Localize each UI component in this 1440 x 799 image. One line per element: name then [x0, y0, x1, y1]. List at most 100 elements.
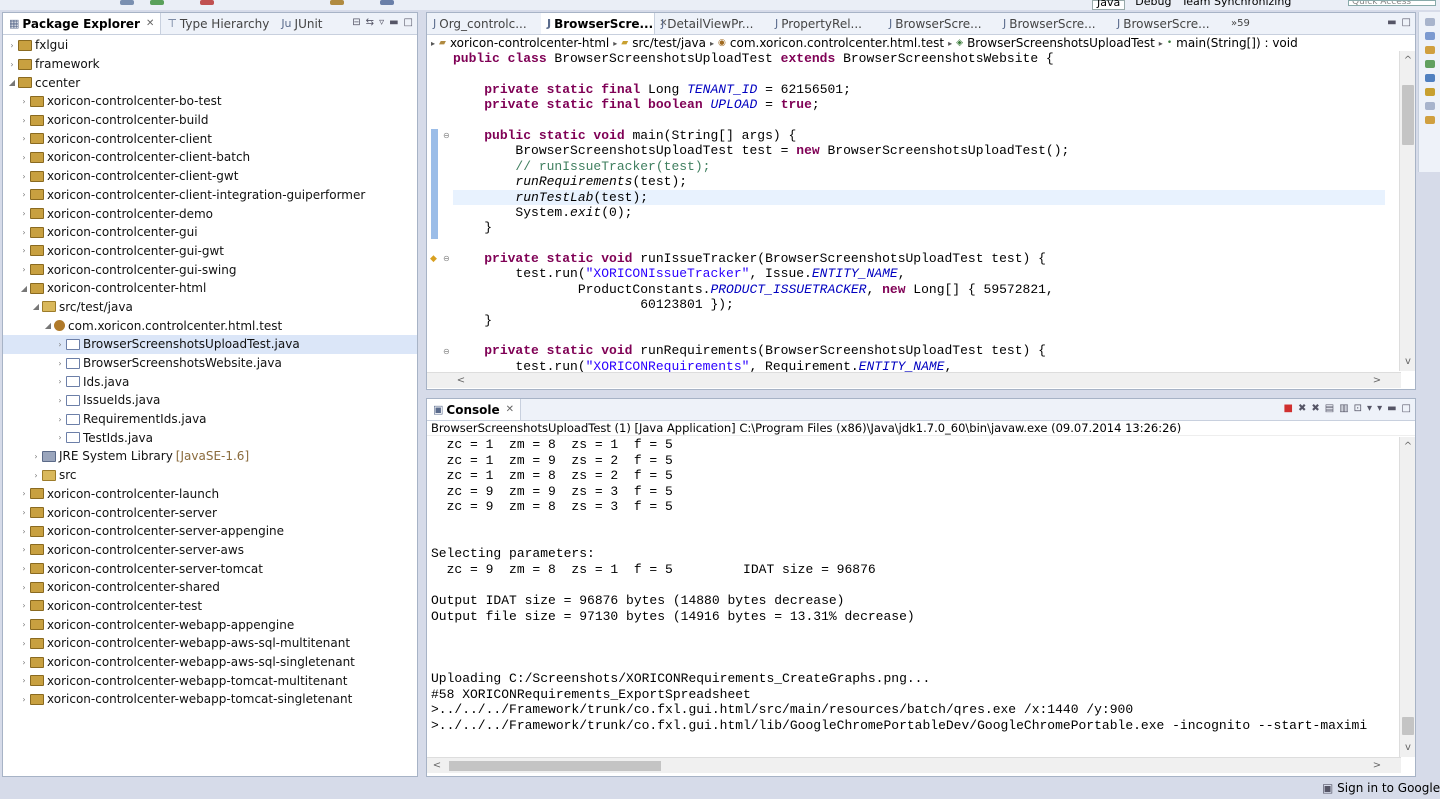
bookmarks-icon[interactable] — [1424, 88, 1435, 96]
tree-item[interactable]: › src — [3, 466, 417, 485]
tab-junit[interactable]: Ju JUnit — [275, 13, 328, 34]
breadcrumb-item[interactable]: src/test/java — [632, 36, 706, 50]
breadcrumb-arrow-icon[interactable]: ▸ — [431, 39, 435, 48]
breadcrumb-arrow-icon[interactable]: ▸ — [1159, 39, 1163, 48]
maximize-icon[interactable]: □ — [1402, 17, 1411, 28]
collapsed-twisty-icon[interactable]: › — [19, 639, 29, 648]
scroll-right-icon[interactable]: > — [1369, 760, 1385, 771]
collapsed-twisty-icon[interactable]: › — [19, 620, 29, 629]
breadcrumb-item[interactable]: xoricon-controlcenter-html — [450, 36, 609, 50]
collapsed-twisty-icon[interactable]: › — [55, 396, 65, 405]
collapsed-twisty-icon[interactable]: › — [19, 676, 29, 685]
fold-icon[interactable]: ⊖ — [443, 254, 450, 263]
tree-item[interactable]: › xoricon-controlcenter-webapp-tomcat-sin… — [3, 690, 417, 709]
collapsed-twisty-icon[interactable]: › — [19, 209, 29, 218]
scroll-down-icon[interactable]: v — [1400, 356, 1415, 367]
problems-icon[interactable] — [1424, 46, 1435, 54]
expanded-twisty-icon[interactable]: ◢ — [19, 284, 29, 293]
tree-item[interactable]: › xoricon-controlcenter-client-gwt — [3, 167, 417, 186]
tab-type-hierarchy[interactable]: ⊤ Type Hierarchy — [161, 13, 275, 34]
editor-tab[interactable]: J PropertyRel... — [769, 13, 883, 34]
collapsed-twisty-icon[interactable]: › — [19, 172, 29, 181]
scroll-up-icon[interactable]: ^ — [1400, 55, 1415, 66]
tree-item[interactable]: › xoricon-controlcenter-launch — [3, 485, 417, 504]
tree-item[interactable]: › xoricon-controlcenter-webapp-tomcat-mul… — [3, 671, 417, 690]
tree-item[interactable]: › xoricon-controlcenter-server-aws — [3, 541, 417, 560]
fold-icon[interactable]: ⊖ — [443, 131, 450, 140]
remove-all-icon[interactable]: ✖ — [1311, 403, 1319, 414]
view-menu-icon[interactable]: ▿ — [379, 17, 384, 28]
search-icon[interactable] — [1424, 74, 1435, 82]
minimize-icon[interactable]: ▬ — [1387, 17, 1396, 28]
tree-item[interactable]: › xoricon-controlcenter-server-tomcat — [3, 559, 417, 578]
collapsed-twisty-icon[interactable]: › — [19, 601, 29, 610]
quick-access-input[interactable]: Quick Access — [1348, 0, 1436, 6]
expanded-twisty-icon[interactable]: ◢ — [31, 302, 41, 311]
tree-item[interactable]: › xoricon-controlcenter-webapp-aws-sql-mu… — [3, 634, 417, 653]
scroll-up-icon[interactable]: ^ — [1400, 441, 1415, 452]
open-console-icon[interactable]: ▾ — [1377, 403, 1382, 414]
tab-console[interactable]: ▣ Console ✕ — [427, 399, 522, 420]
breadcrumb-arrow-icon[interactable]: ▸ — [710, 39, 714, 48]
breadcrumb-arrow-icon[interactable]: ▸ — [613, 39, 617, 48]
editor-tab[interactable]: J Org_controlc... — [427, 13, 541, 34]
toolbar-icon[interactable] — [120, 0, 134, 5]
tab-package-explorer[interactable]: ▦ Package Explorer ✕ — [3, 13, 162, 34]
collapsed-twisty-icon[interactable]: › — [31, 471, 41, 480]
close-icon[interactable]: ✕ — [146, 18, 154, 29]
collapsed-twisty-icon[interactable]: › — [31, 452, 41, 461]
tree-item[interactable]: › xoricon-controlcenter-webapp-aws-sql-si… — [3, 653, 417, 672]
editor-hscroll[interactable]: < > — [427, 372, 1401, 388]
collapsed-twisty-icon[interactable]: › — [7, 60, 17, 69]
editor-tab[interactable]: J DetailViewPr... — [655, 13, 769, 34]
hierarchy-icon[interactable] — [1424, 60, 1435, 68]
tree-item[interactable]: › xoricon-controlcenter-test — [3, 597, 417, 616]
editor-tab[interactable]: J BrowserScre... ✕ — [541, 13, 668, 34]
expanded-twisty-icon[interactable]: ◢ — [43, 321, 53, 330]
collapsed-twisty-icon[interactable]: › — [55, 433, 65, 442]
minimize-icon[interactable]: ▬ — [1387, 403, 1396, 414]
pin-console-icon[interactable]: ⊡ — [1354, 403, 1362, 414]
collapsed-twisty-icon[interactable]: › — [19, 153, 29, 162]
breadcrumb-arrow-icon[interactable]: ▸ — [948, 39, 952, 48]
tree-item[interactable]: ◢ ccenter — [3, 73, 417, 92]
outline-icon[interactable] — [1424, 18, 1435, 26]
remove-launch-icon[interactable]: ✖ — [1298, 403, 1306, 414]
collapsed-twisty-icon[interactable]: › — [19, 97, 29, 106]
collapsed-twisty-icon[interactable]: › — [19, 658, 29, 667]
tree-item[interactable]: › BrowserScreenshotsUploadTest.java — [3, 335, 417, 354]
tree-item[interactable]: › xoricon-controlcenter-gui-gwt — [3, 242, 417, 261]
collapsed-twisty-icon[interactable]: › — [19, 695, 29, 704]
fold-icon[interactable]: ⊖ — [443, 347, 450, 356]
collapsed-twisty-icon[interactable]: › — [19, 545, 29, 554]
tree-item[interactable]: › fxlgui — [3, 36, 417, 55]
tree-item[interactable]: › xoricon-controlcenter-gui-swing — [3, 260, 417, 279]
tree-item[interactable]: ◢ src/test/java — [3, 298, 417, 317]
editor-tab[interactable]: J BrowserScre... — [883, 13, 997, 34]
tree-item[interactable]: › xoricon-controlcenter-shared — [3, 578, 417, 597]
status-bar-sign-in[interactable]: ▣ Sign in to Google... — [1322, 781, 1440, 795]
tree-item[interactable]: › xoricon-controlcenter-demo — [3, 204, 417, 223]
clear-console-icon[interactable]: ▤ — [1325, 403, 1334, 414]
toolbar-icon[interactable] — [380, 0, 394, 5]
collapsed-twisty-icon[interactable]: › — [7, 41, 17, 50]
terminate-icon[interactable]: ■ — [1284, 403, 1293, 414]
scroll-thumb[interactable] — [1402, 717, 1414, 735]
collapsed-twisty-icon[interactable]: › — [19, 508, 29, 517]
editor-tab-overflow[interactable]: » 59 — [1225, 13, 1256, 34]
tree-item[interactable]: › xoricon-controlcenter-bo-test — [3, 92, 417, 111]
tree-item[interactable]: › BrowserScreenshotsWebsite.java — [3, 354, 417, 373]
toolbar-icon[interactable] — [150, 0, 164, 5]
toolbar-icon[interactable] — [330, 0, 344, 5]
link-editor-icon[interactable]: ⇆ — [366, 17, 374, 28]
collapsed-twisty-icon[interactable]: › — [55, 359, 65, 368]
collapsed-twisty-icon[interactable]: › — [19, 489, 29, 498]
console-output[interactable]: zc = 1 zm = 8 zs = 1 f = 5 zc = 1 zm = 9… — [431, 437, 1393, 758]
tree-item[interactable]: ◢ xoricon-controlcenter-html — [3, 279, 417, 298]
scroll-left-icon[interactable]: < — [429, 760, 445, 771]
collapsed-twisty-icon[interactable]: › — [55, 377, 65, 386]
scroll-down-icon[interactable]: v — [1400, 742, 1415, 753]
perspective-java[interactable]: Java — [1092, 0, 1126, 10]
collapse-all-icon[interactable]: ⊟ — [352, 17, 360, 28]
collapsed-twisty-icon[interactable]: › — [19, 116, 29, 125]
